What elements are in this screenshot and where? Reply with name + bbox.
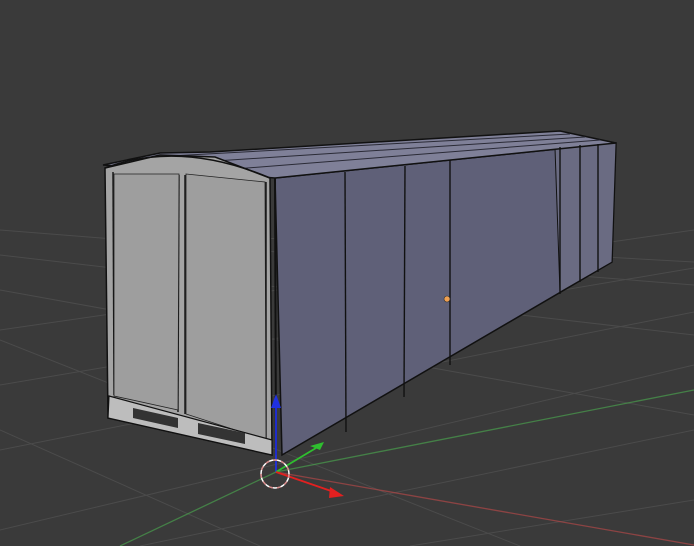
front-door-right[interactable] xyxy=(185,173,267,441)
3d-viewport[interactable] xyxy=(0,0,694,546)
front-door-left[interactable] xyxy=(113,173,180,411)
viewport-canvas[interactable] xyxy=(0,0,694,546)
object-origin-dot[interactable] xyxy=(443,295,451,303)
